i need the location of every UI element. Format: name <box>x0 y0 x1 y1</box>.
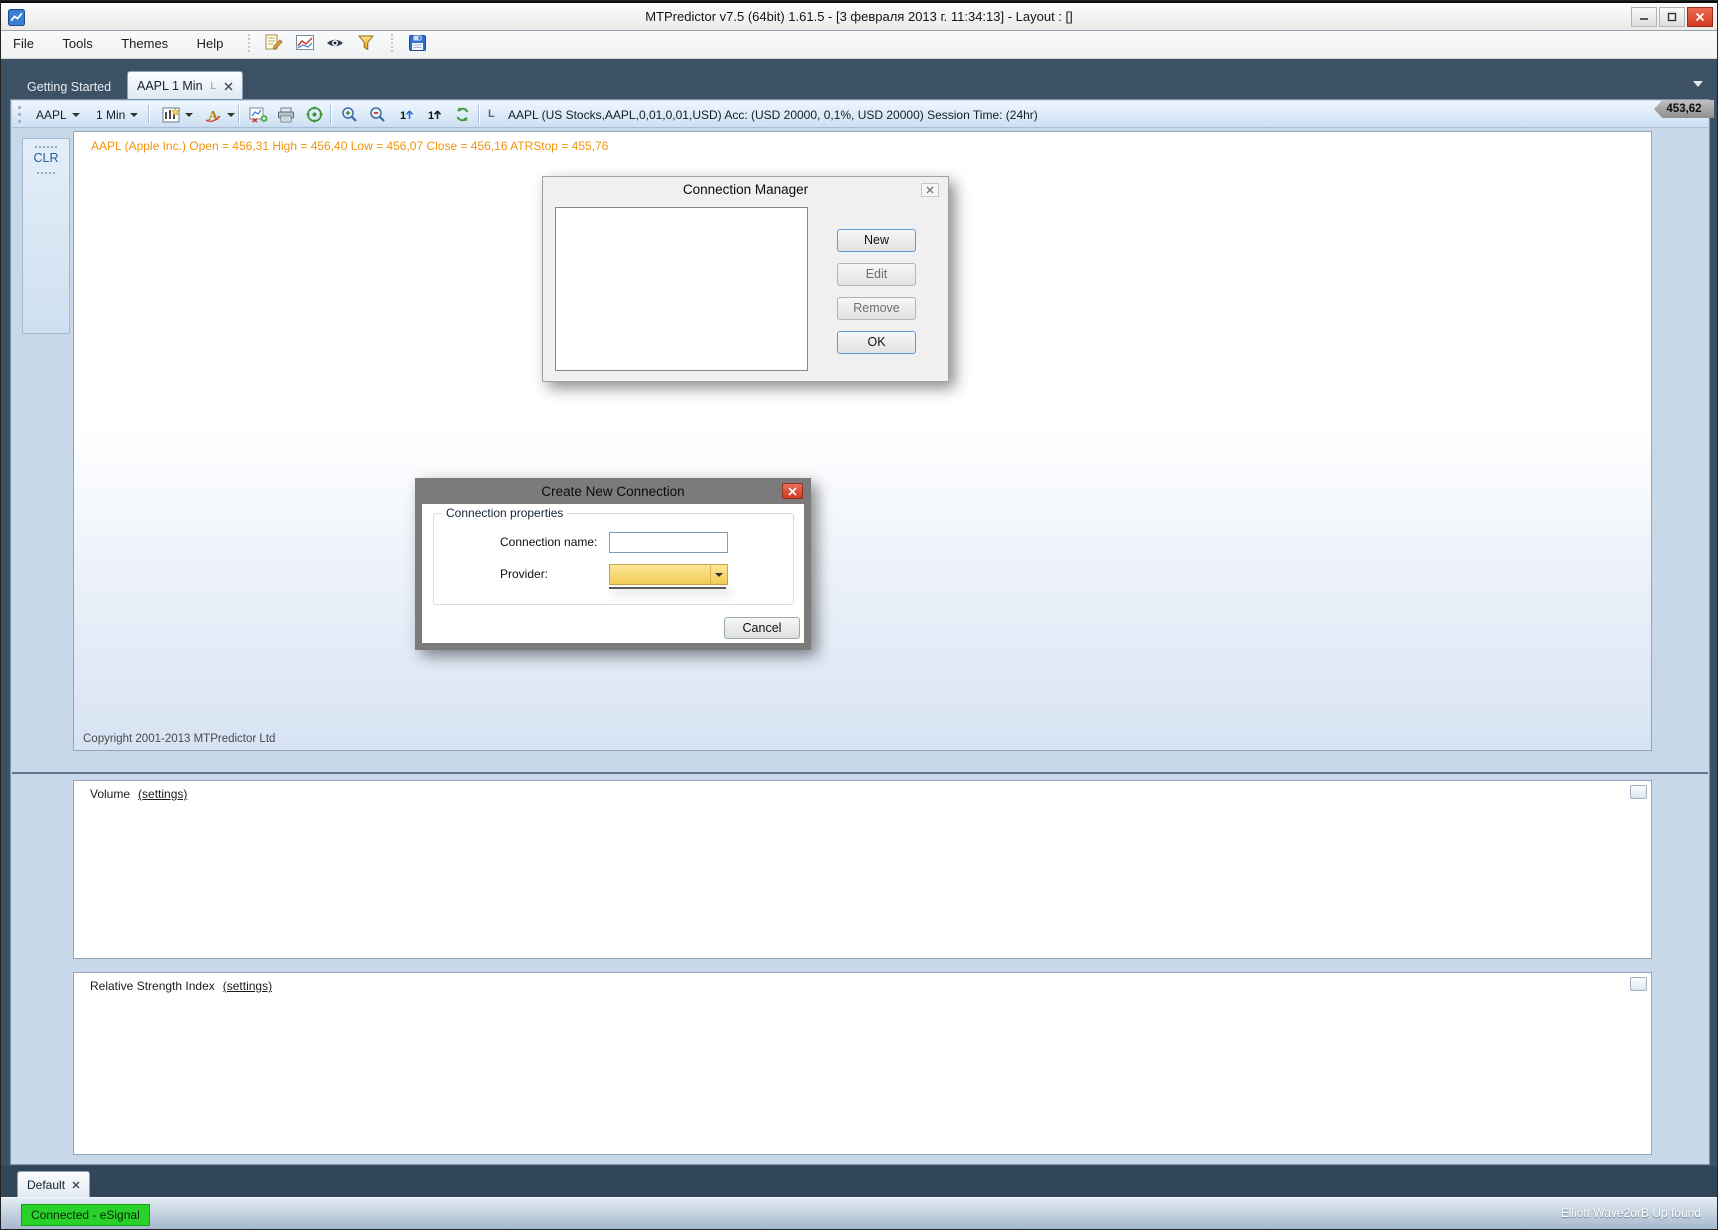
volume-panel-button[interactable] <box>1630 785 1647 799</box>
panel-divider <box>12 772 1708 774</box>
menu-bar: File Tools Themes Help <box>1 31 1717 59</box>
maximize-button[interactable] <box>1659 7 1685 27</box>
connection-name-input[interactable] <box>609 532 728 553</box>
tab-getting-started[interactable]: Getting Started <box>17 75 121 99</box>
cancel-button[interactable]: Cancel <box>724 617 800 639</box>
rsi-header: Relative Strength Index(settings) <box>90 979 272 993</box>
dialog-title: Connection Manager <box>543 177 948 203</box>
chevron-down-icon <box>715 573 723 577</box>
provider-combobox[interactable] <box>609 564 728 585</box>
volume-panel: Volume(settings) <box>73 780 1652 959</box>
link-mode-label[interactable]: L <box>488 108 495 120</box>
chart-window-icon[interactable] <box>293 32 317 54</box>
connection-name-label: Connection name: <box>500 535 597 549</box>
connection-status-badge: Connected - eSignal <box>21 1204 150 1226</box>
layout-tab-close-icon[interactable] <box>72 1181 80 1189</box>
layout-tab-label: Default <box>27 1178 65 1192</box>
last-price-tag: 453,62 <box>1654 100 1714 118</box>
status-bar: Connected - eSignal Elliott Wave2orB Up … <box>1 1197 1717 1229</box>
zoom-in-icon[interactable] <box>338 104 362 125</box>
svg-text:1: 1 <box>400 110 406 122</box>
chevron-down-icon <box>185 113 193 117</box>
tab-aapl-1min[interactable]: AAPL 1 Min L <box>127 71 243 100</box>
rsi-panel-button[interactable] <box>1630 977 1647 991</box>
remove-button[interactable]: Remove <box>837 297 916 320</box>
analysis-status-text: Elliott Wave2orB Up found <box>1561 1206 1701 1220</box>
ok-button[interactable]: OK <box>837 331 916 354</box>
tab-list-chevron-icon[interactable] <box>1693 81 1703 87</box>
ohlc-header: AAPL (Apple Inc.) Open = 456,31 High = 4… <box>91 139 608 153</box>
title-bar: MTPredictor v7.5 (64bit) 1.61.5 - [3 фев… <box>1 1 1717 31</box>
refresh-icon[interactable] <box>450 104 474 125</box>
volume-header: Volume(settings) <box>90 787 187 801</box>
menu-file[interactable]: File <box>1 31 46 57</box>
provider-dropdown-list <box>609 587 726 589</box>
toolbar-separator <box>238 105 239 124</box>
new-button[interactable]: New <box>837 229 916 252</box>
chevron-down-icon <box>227 113 235 117</box>
toolbar-separator <box>148 105 149 124</box>
chevron-down-icon <box>72 113 80 117</box>
volume-canvas[interactable] <box>74 781 1651 958</box>
connection-properties-group: Connection properties <box>433 513 794 605</box>
layout-tab-default[interactable]: Default <box>17 1171 90 1197</box>
timeframe-dropdown[interactable]: 1 Min <box>88 104 146 125</box>
connections-listbox[interactable] <box>555 207 808 371</box>
edit-button[interactable]: Edit <box>837 263 916 286</box>
analysis-dropdown[interactable]: A <box>196 104 243 125</box>
print-icon[interactable] <box>274 104 298 125</box>
minimize-button[interactable] <box>1631 7 1657 27</box>
chart-toolbar: AAPL 1 Min A 1 1 L AAPL (US Stocks,AA <box>12 101 1708 128</box>
rsi-canvas[interactable] <box>74 973 1651 1154</box>
volume-settings-link[interactable]: (settings) <box>138 787 187 801</box>
tab-label: AAPL 1 Min <box>137 79 203 93</box>
toolbar-grip[interactable] <box>18 106 21 123</box>
instrument-info: AAPL (US Stocks,AAPL,0,01,0,01,USD) Acc:… <box>508 108 1038 122</box>
symbol-dropdown[interactable]: AAPL <box>28 104 88 125</box>
toolbar-separator <box>330 105 331 124</box>
zoom-out-icon[interactable] <box>366 104 390 125</box>
dialog-close-button[interactable] <box>921 183 939 197</box>
menu-help[interactable]: Help <box>185 31 236 57</box>
dialog-body: Connection properties Connection name: P… <box>422 504 804 643</box>
chart-style-dropdown[interactable] <box>154 104 201 125</box>
chart-style-icon <box>162 107 180 123</box>
rsi-panel: Relative Strength Index(settings) <box>73 972 1652 1155</box>
connection-manager-dialog: Connection Manager New Edit Remove OK <box>542 176 949 382</box>
menu-tools[interactable]: Tools <box>50 31 104 57</box>
tab-link-badge: L <box>211 81 217 92</box>
group-label: Connection properties <box>442 506 567 520</box>
window-title: MTPredictor v7.5 (64bit) 1.61.5 - [3 фев… <box>1 3 1717 30</box>
copyright-label: Copyright 2001-2013 MTPredictor Ltd <box>83 733 275 745</box>
chevron-down-icon <box>130 113 138 117</box>
dialog-close-button[interactable] <box>782 483 803 499</box>
svg-text:1: 1 <box>428 110 434 122</box>
funnel-icon[interactable] <box>354 32 378 54</box>
export-chart-icon[interactable] <box>246 104 270 125</box>
dialog-title: Create New Connection <box>415 478 811 504</box>
toolbar-separator <box>478 105 479 124</box>
panel-grip[interactable] <box>35 141 57 148</box>
panel-resize-handle[interactable] <box>37 172 55 178</box>
target-icon[interactable] <box>302 104 326 125</box>
toolbar-separator <box>391 34 396 52</box>
analysis-tool-panel: CLR <box>22 138 70 334</box>
bar-forward-icon[interactable]: 1 <box>394 104 418 125</box>
bar-back-icon[interactable]: 1 <box>422 104 446 125</box>
sidebar-item-clr[interactable]: CLR <box>23 149 69 168</box>
combo-arrow-zone[interactable] <box>710 565 727 584</box>
letter-a-icon: A <box>204 107 222 123</box>
toolbar-separator <box>248 34 253 52</box>
app-window: MTPredictor v7.5 (64bit) 1.61.5 - [3 фев… <box>0 0 1718 1230</box>
save-icon[interactable] <box>406 32 430 54</box>
rsi-settings-link[interactable]: (settings) <box>223 979 272 993</box>
provider-label: Provider: <box>500 567 548 581</box>
create-new-connection-dialog: Create New Connection Connection propert… <box>415 478 811 650</box>
eye-icon[interactable] <box>323 32 347 54</box>
close-button[interactable] <box>1687 7 1713 27</box>
menu-themes[interactable]: Themes <box>109 31 180 57</box>
notes-icon[interactable] <box>262 32 286 54</box>
layout-tab-bar: Default <box>1 1166 1717 1197</box>
tab-close-icon[interactable] <box>224 82 233 91</box>
